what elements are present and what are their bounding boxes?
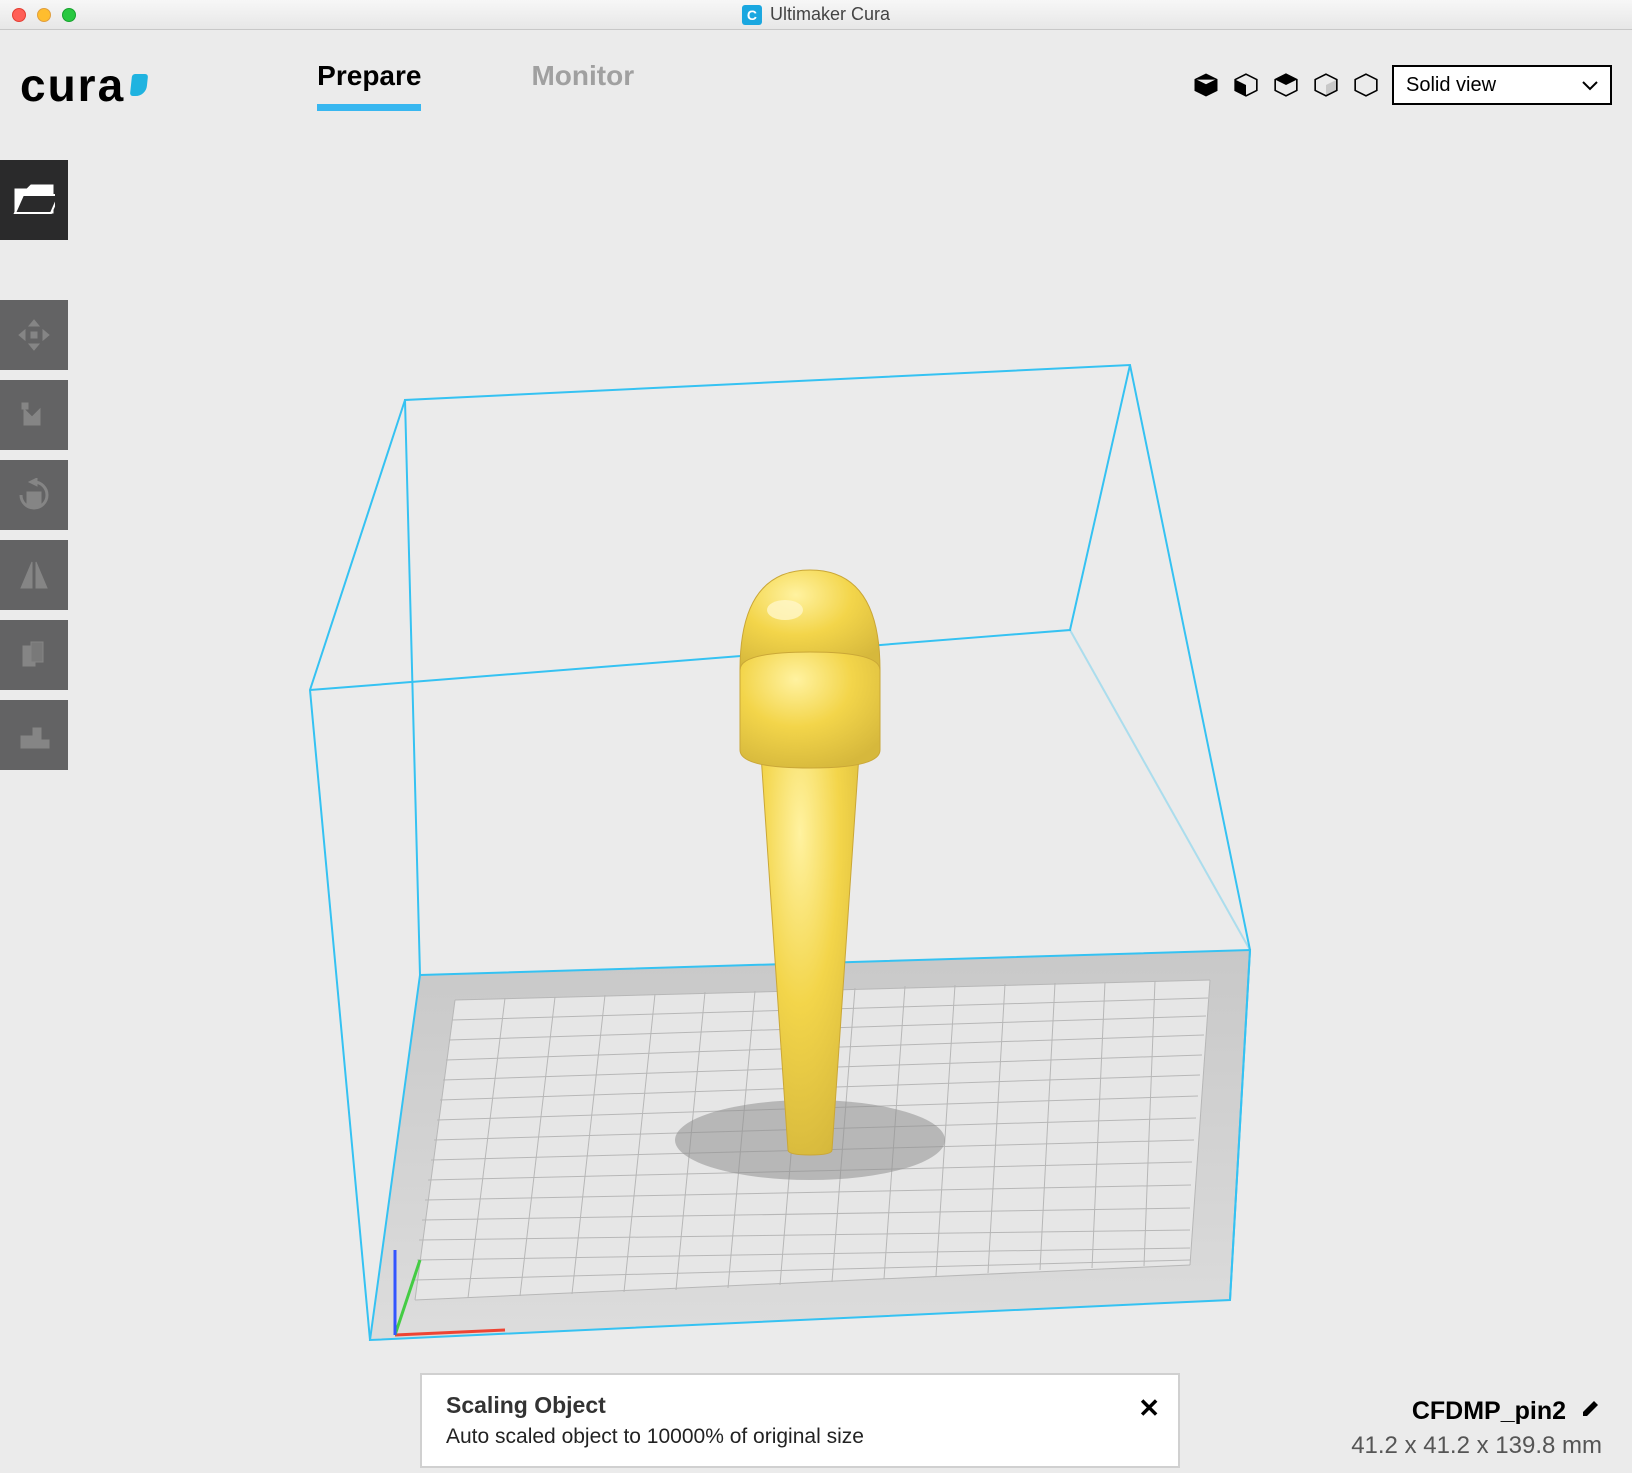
window-controls <box>12 8 76 22</box>
view-left-icon[interactable] <box>1312 71 1340 99</box>
view-front-icon[interactable] <box>1232 71 1260 99</box>
logo-dot <box>130 74 148 96</box>
build-viewport[interactable] <box>0 140 1632 1468</box>
toast-close-button[interactable]: ✕ <box>1138 1393 1160 1424</box>
view-iso-icon[interactable] <box>1192 71 1220 99</box>
close-window-button[interactable] <box>12 8 26 22</box>
view-direction-icons <box>1192 71 1380 99</box>
view-top-icon[interactable] <box>1272 71 1300 99</box>
chevron-down-icon <box>1582 74 1598 97</box>
object-name: CFDMP_pin2 <box>1412 1397 1566 1426</box>
scaling-toast: Scaling Object Auto scaled object to 100… <box>420 1373 1180 1468</box>
rename-pencil-icon[interactable] <box>1580 1397 1602 1426</box>
header-bar: cura Prepare Monitor Solid view <box>0 30 1632 140</box>
tab-prepare[interactable]: Prepare <box>317 60 421 111</box>
toast-message: Auto scaled object to 10000% of original… <box>446 1425 1154 1449</box>
window-titlebar: C Ultimaker Cura <box>0 0 1632 30</box>
toast-title: Scaling Object <box>446 1392 1154 1419</box>
cura-logo: cura <box>20 58 147 112</box>
object-info: CFDMP_pin2 41.2 x 41.2 x 139.8 mm <box>1351 1397 1602 1460</box>
window-title: C Ultimaker Cura <box>742 4 890 25</box>
view-mode-label: Solid view <box>1406 74 1496 97</box>
logo-text: cura <box>20 58 125 112</box>
view-right-icon[interactable] <box>1352 71 1380 99</box>
maximize-window-button[interactable] <box>62 8 76 22</box>
minimize-window-button[interactable] <box>37 8 51 22</box>
view-controls: Solid view <box>1192 65 1612 105</box>
tab-monitor[interactable]: Monitor <box>531 60 634 111</box>
cura-app-icon: C <box>742 5 762 25</box>
view-mode-select[interactable]: Solid view <box>1392 65 1612 105</box>
main-tabs: Prepare Monitor <box>317 60 634 111</box>
window-title-text: Ultimaker Cura <box>770 4 890 25</box>
object-dimensions: 41.2 x 41.2 x 139.8 mm <box>1351 1432 1602 1460</box>
